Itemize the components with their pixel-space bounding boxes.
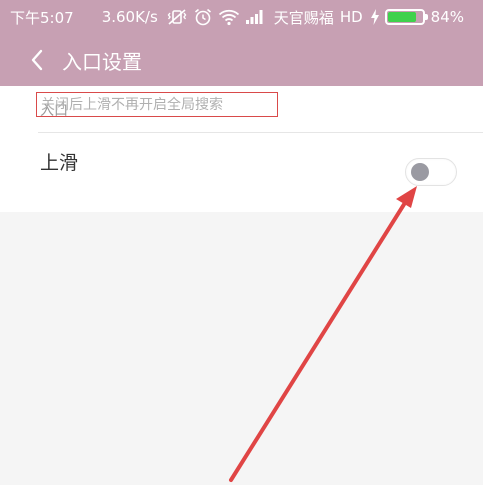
status-network: HD xyxy=(339,8,363,26)
back-button[interactable] xyxy=(14,34,60,86)
alarm-icon xyxy=(192,7,214,27)
battery-indicator: 84% xyxy=(369,7,464,27)
setting-description: 关闭后上滑不再开启全局搜索 xyxy=(41,97,223,113)
status-time: 下午5:07 xyxy=(10,8,74,27)
status-bar: 下午5:07 3.60K/s 天官赐福 HD 84% xyxy=(0,0,483,34)
battery-icon xyxy=(384,9,428,25)
setting-title: 上滑 xyxy=(40,152,79,174)
vibrate-off-icon xyxy=(166,7,188,27)
signal-icon xyxy=(244,7,266,27)
battery-fill xyxy=(387,12,416,22)
screen: 下午5:07 3.60K/s 天官赐福 HD 84% 入口设置 入口 上滑 关闭… xyxy=(0,0,483,485)
toolbar: 入口设置 xyxy=(0,34,483,86)
page-title: 入口设置 xyxy=(62,49,142,74)
toggle-knob xyxy=(411,163,429,181)
divider xyxy=(38,132,483,133)
wifi-icon xyxy=(218,7,240,27)
status-carrier: 天官赐福 xyxy=(273,8,334,27)
charging-bolt-icon xyxy=(369,7,381,27)
chevron-left-icon xyxy=(31,49,43,71)
battery-percent: 84% xyxy=(430,8,464,26)
status-speed: 3.60K/s xyxy=(101,8,158,26)
swipe-up-toggle[interactable] xyxy=(405,158,457,186)
